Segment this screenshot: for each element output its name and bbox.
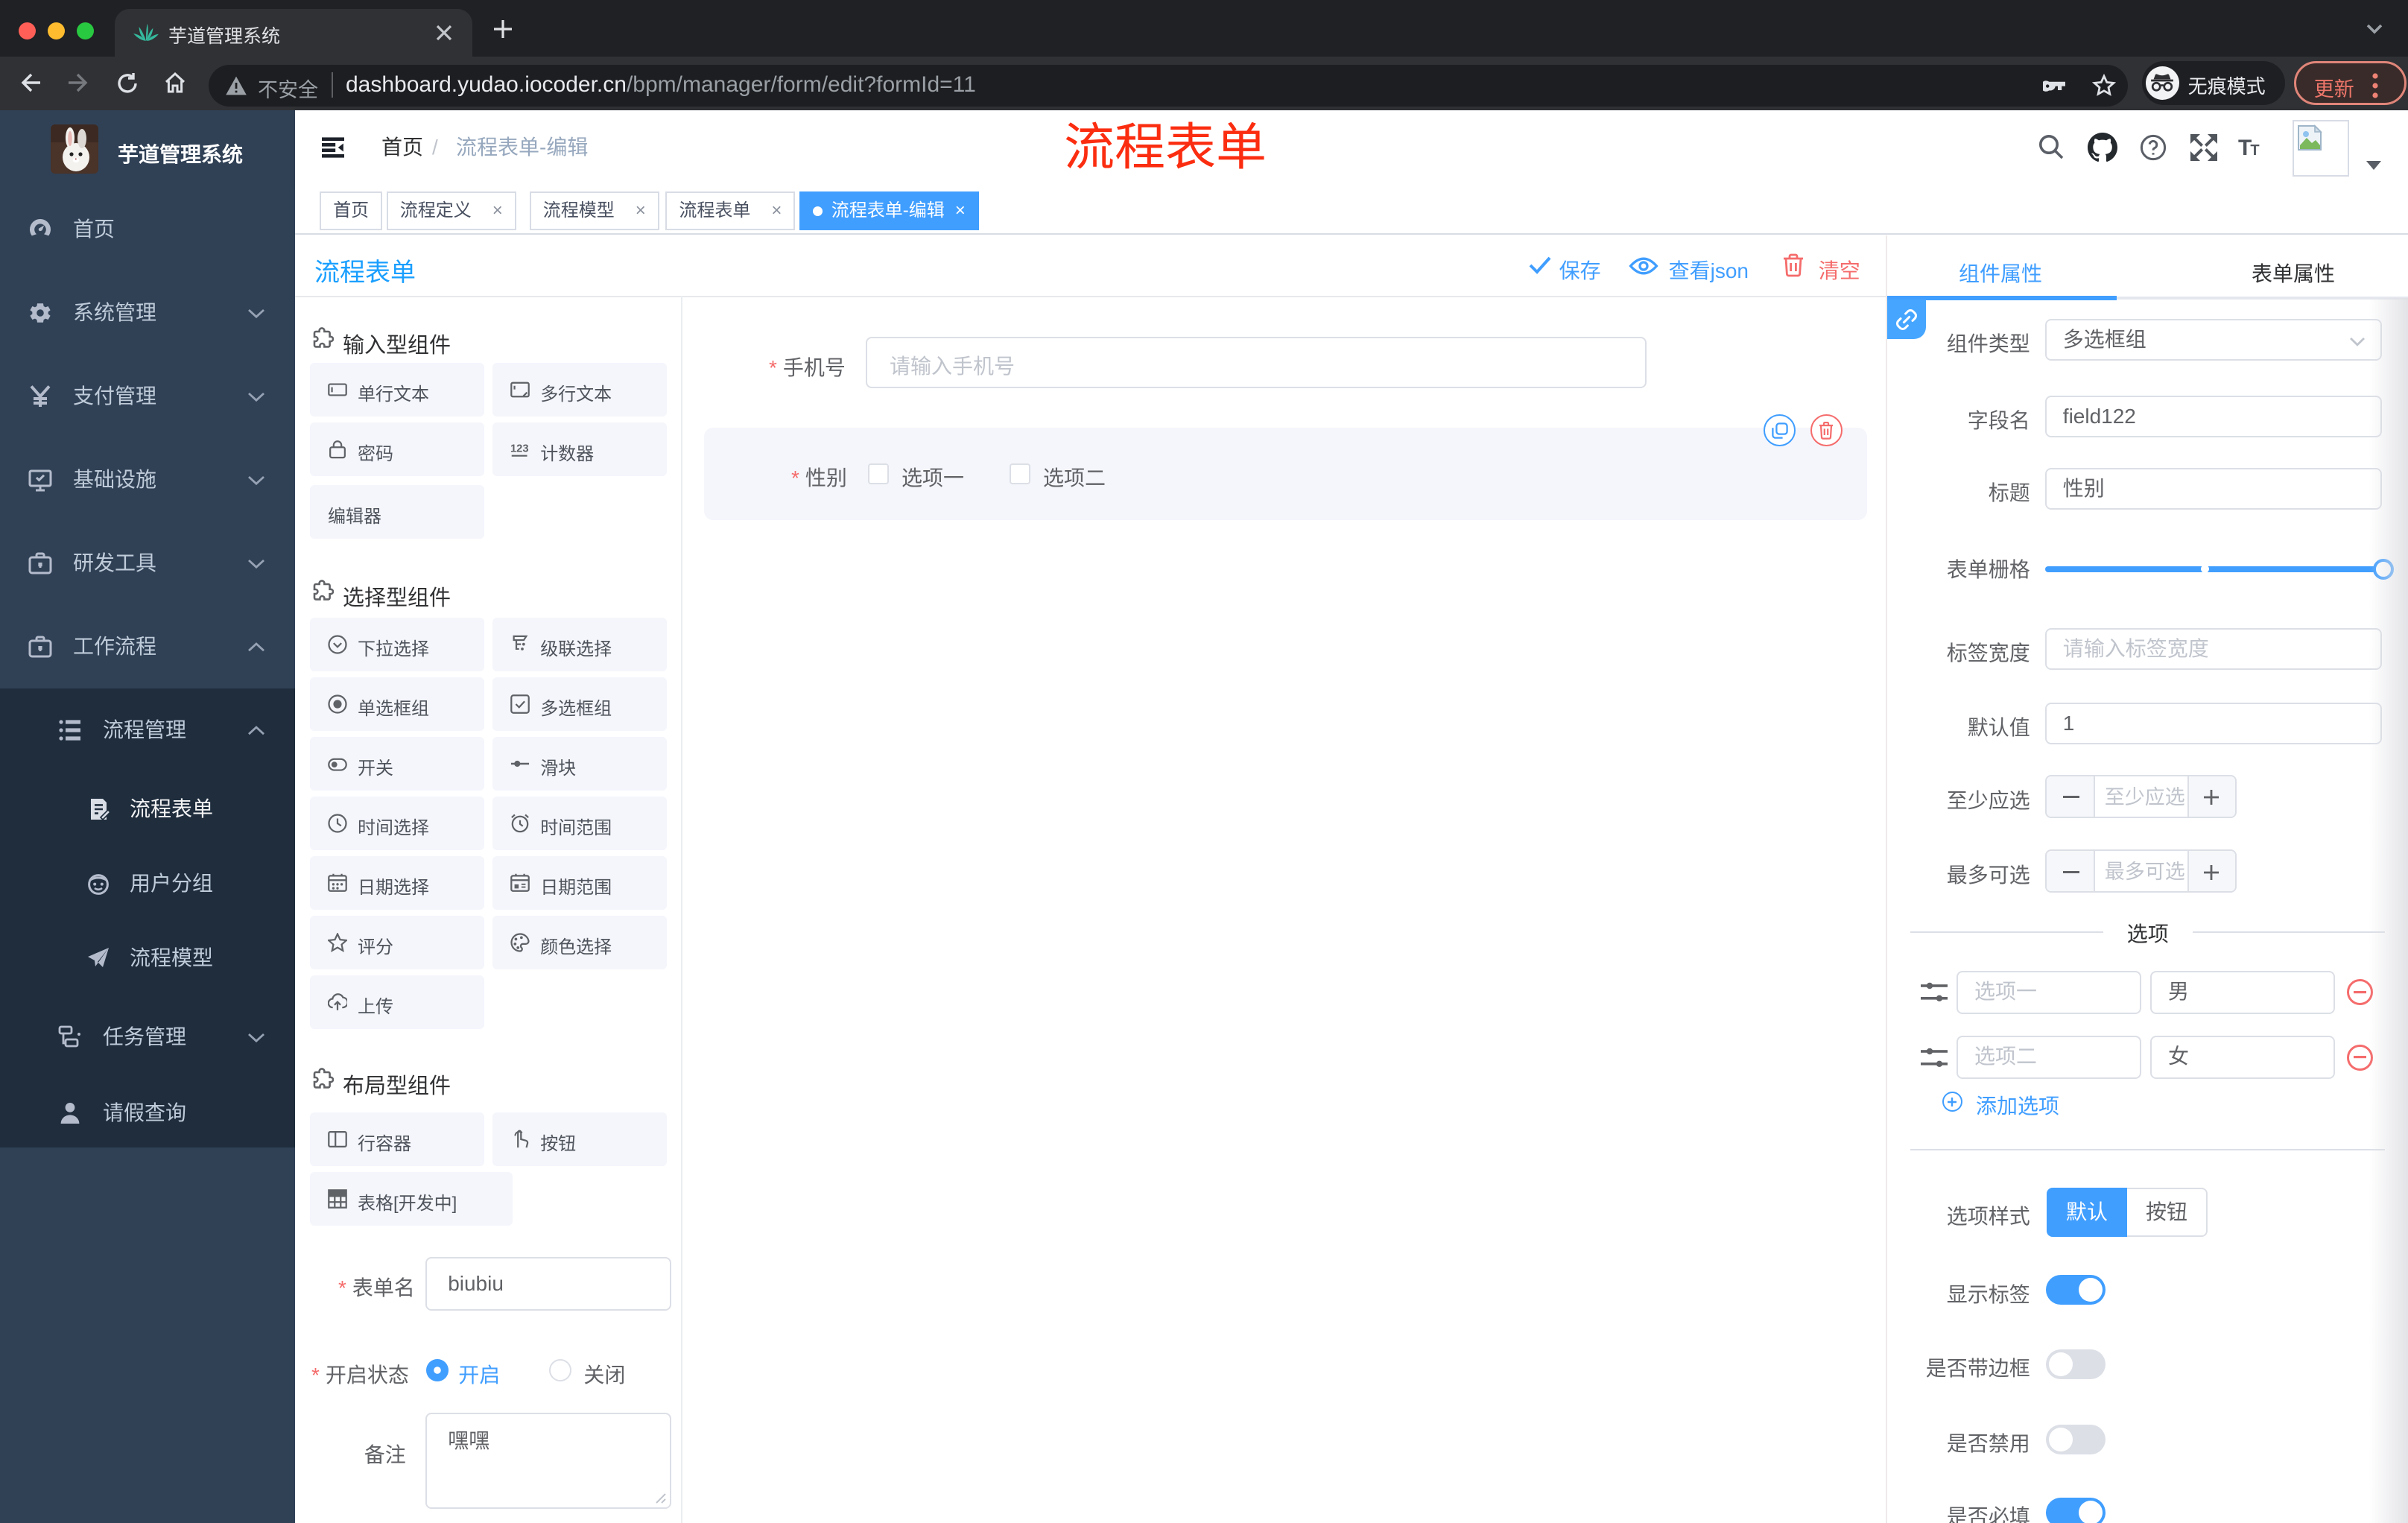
- svg-text:123: 123: [510, 443, 529, 455]
